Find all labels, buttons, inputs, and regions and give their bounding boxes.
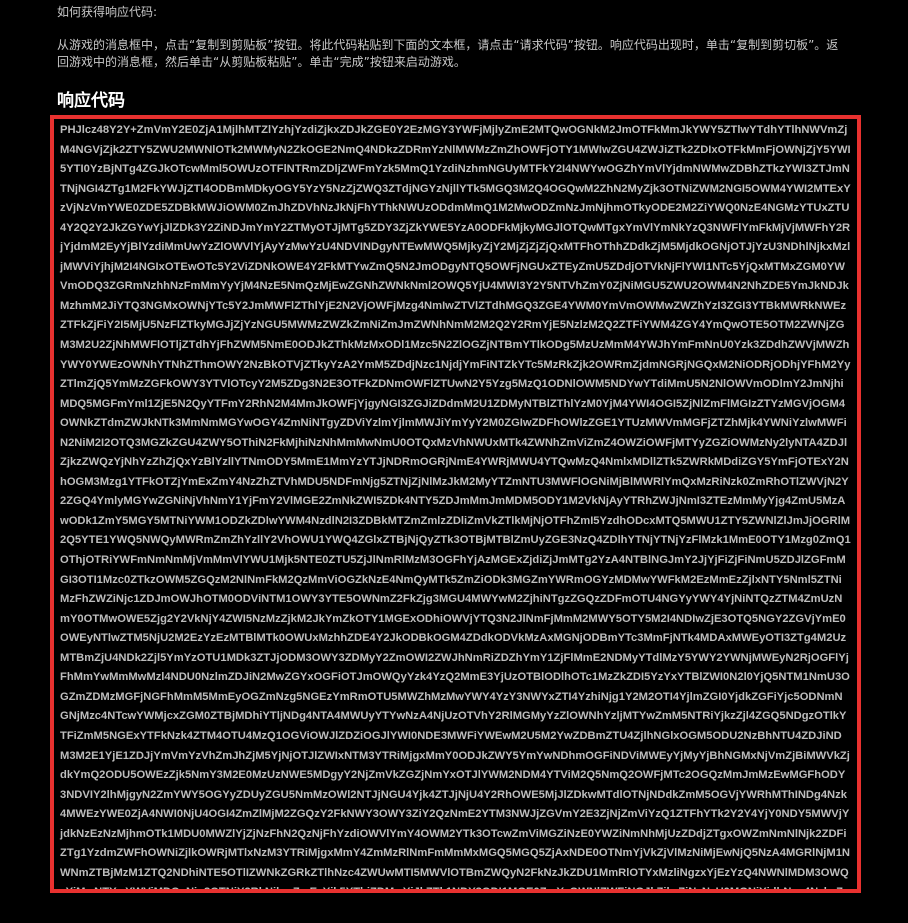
instructions-text: 从游戏的消息框中，点击“复制到剪贴板”按钮。将此代码粘贴到下面的文本框，请点击“… [57,38,839,69]
how-to-get-code-title: 如何获得响应代码: [57,5,158,19]
response-code-heading: 响应代码 [57,91,125,111]
response-code-textarea[interactable]: PHJlcz48Y2Y+ZmVmY2E0ZjA1MjlhMTZlYzhjYzdi… [50,115,861,893]
